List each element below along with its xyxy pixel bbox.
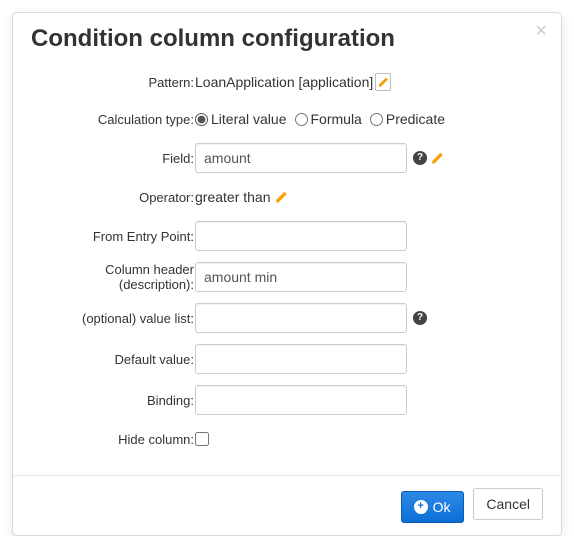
- row-column-header: Column header (description):: [31, 260, 543, 294]
- radio-predicate[interactable]: [370, 113, 383, 126]
- cancel-button[interactable]: Cancel: [473, 488, 543, 520]
- default-value-input[interactable]: [195, 344, 407, 374]
- condition-column-dialog: Condition column configuration × Pattern…: [12, 12, 562, 536]
- row-default-value: Default value:: [31, 342, 543, 376]
- radio-formula-label: Formula: [311, 111, 362, 127]
- label-pattern: Pattern:: [31, 75, 195, 90]
- row-pattern: Pattern: LoanApplication [application]: [31, 67, 543, 97]
- label-entry-point: From Entry Point:: [31, 229, 195, 244]
- operator-value: greater than: [195, 189, 271, 205]
- field-input[interactable]: [195, 143, 407, 173]
- hide-column-checkbox[interactable]: [195, 432, 209, 446]
- dialog-body: Pattern: LoanApplication [application] C…: [13, 57, 561, 475]
- radio-literal-label: Literal value: [211, 111, 287, 127]
- label-value-list: (optional) value list:: [31, 311, 195, 326]
- row-value-list: (optional) value list: ?: [31, 301, 543, 335]
- plus-circle-icon: +: [414, 500, 428, 514]
- radio-formula[interactable]: [295, 113, 308, 126]
- edit-operator-button[interactable]: [275, 190, 287, 204]
- row-binding: Binding:: [31, 383, 543, 417]
- value-list-input[interactable]: [195, 303, 407, 333]
- label-column-header: Column header (description):: [31, 262, 195, 292]
- ok-button[interactable]: + Ok: [401, 491, 464, 523]
- dialog-footer: + Ok Cancel: [13, 475, 561, 535]
- row-calc-type: Calculation type: Literal value Formula …: [31, 104, 543, 134]
- binding-input[interactable]: [195, 385, 407, 415]
- radio-predicate-label: Predicate: [386, 111, 445, 127]
- cancel-button-label: Cancel: [486, 496, 530, 512]
- pattern-value: LoanApplication [application]: [195, 74, 373, 90]
- dialog-title: Condition column configuration: [31, 25, 543, 53]
- row-field: Field: ?: [31, 141, 543, 175]
- help-icon[interactable]: ?: [413, 311, 427, 325]
- row-operator: Operator: greater than: [31, 182, 543, 212]
- edit-pattern-button[interactable]: [375, 73, 391, 91]
- label-operator: Operator:: [31, 190, 195, 205]
- ok-button-label: Ok: [433, 499, 451, 515]
- edit-field-button[interactable]: [431, 151, 443, 165]
- label-calc-type: Calculation type:: [31, 112, 195, 127]
- entry-point-input[interactable]: [195, 221, 407, 251]
- help-icon[interactable]: ?: [413, 151, 427, 165]
- dialog-header: Condition column configuration ×: [13, 13, 561, 57]
- close-icon[interactable]: ×: [535, 21, 547, 41]
- label-default-value: Default value:: [31, 352, 195, 367]
- radio-literal[interactable]: [195, 113, 208, 126]
- row-entry-point: From Entry Point:: [31, 219, 543, 253]
- row-hide-column: Hide column:: [31, 424, 543, 454]
- column-header-input[interactable]: [195, 262, 407, 292]
- label-field: Field:: [31, 151, 195, 166]
- label-binding: Binding:: [31, 393, 195, 408]
- label-hide-column: Hide column:: [31, 432, 195, 447]
